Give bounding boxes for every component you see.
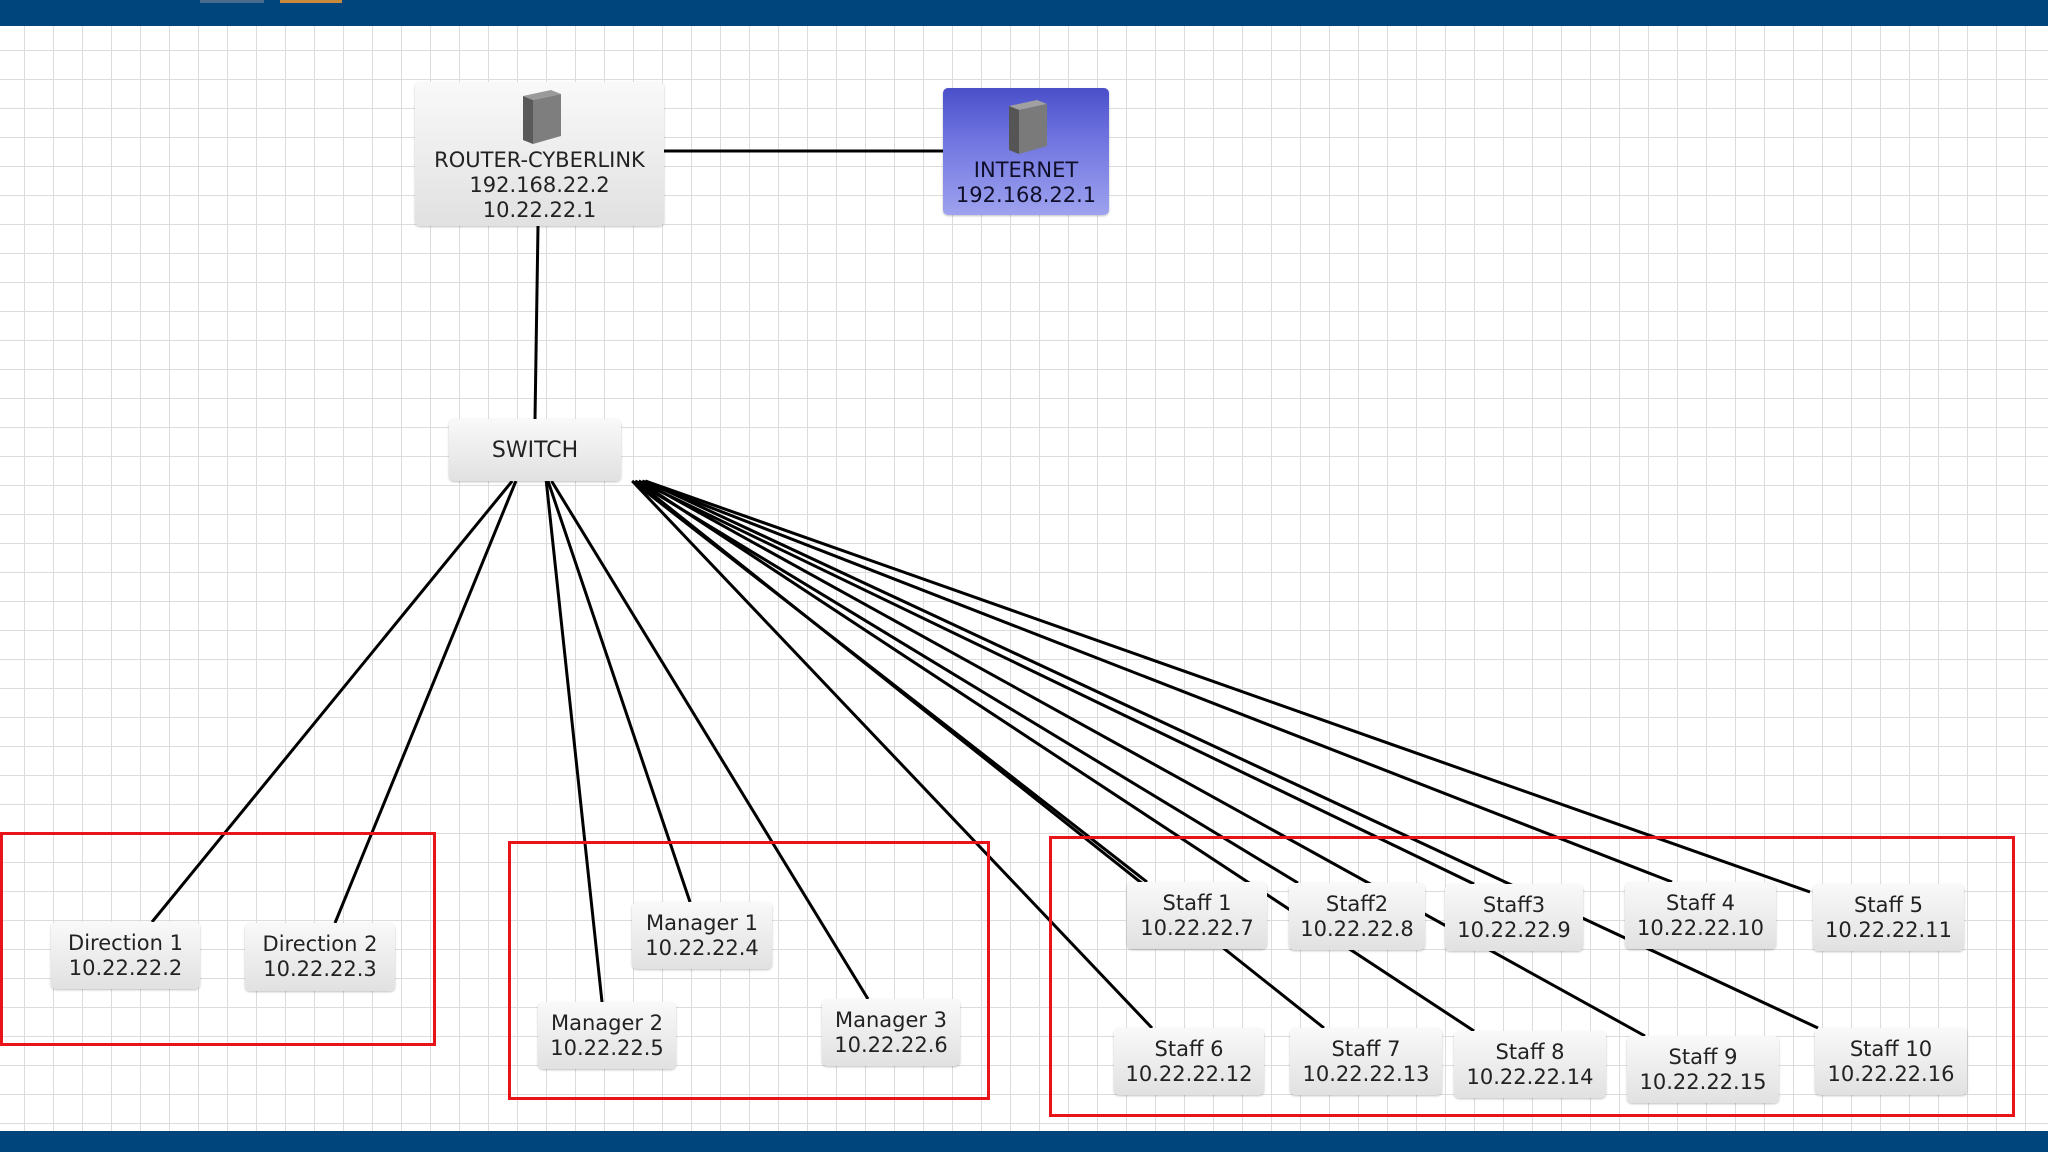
staff-2-node[interactable]: Staff2 10.22.22.8 — [1289, 883, 1425, 950]
node-ip: 10.22.22.15 — [1639, 1069, 1767, 1094]
node-name: Manager 1 — [645, 910, 759, 935]
node-ip: 10.22.22.2 — [68, 955, 183, 980]
staff-7-node[interactable]: Staff 7 10.22.22.13 — [1290, 1028, 1442, 1095]
node-ip: 10.22.22.3 — [263, 957, 377, 981]
staff-1-node[interactable]: Staff 1 10.22.22.7 — [1127, 882, 1267, 949]
staff-5-node[interactable]: Staff 5 10.22.22.11 — [1813, 884, 1964, 951]
node-name: Staff3 — [1482, 892, 1546, 917]
staff-8-node[interactable]: Staff 8 10.22.22.14 — [1454, 1031, 1606, 1098]
router-cyberlink-node[interactable]: ROUTER-CYBERLINK 192.168.22.2 10.22.22.1 — [415, 82, 664, 226]
router-ip-lan: 10.22.22.1 — [482, 197, 597, 222]
node-ip: 10.22.22.14 — [1466, 1064, 1594, 1089]
staff-10-node[interactable]: Staff 10 10.22.22.16 — [1815, 1028, 1967, 1095]
internet-device-icon — [1009, 99, 1047, 154]
switch-node[interactable]: SWITCH — [449, 419, 621, 481]
node-name: Direction 2 — [262, 932, 378, 956]
router-device-icon — [522, 89, 561, 144]
node-ip: 10.22.22.8 — [1300, 916, 1414, 941]
node-name: Manager 3 — [834, 1007, 948, 1032]
node-name: Staff 10 — [1849, 1036, 1933, 1061]
internet-name: INTERNET — [973, 157, 1079, 182]
manager-3-node[interactable]: Manager 3 10.22.22.6 — [822, 999, 960, 1066]
node-name: Staff 9 — [1668, 1044, 1738, 1069]
staff-9-node[interactable]: Staff 9 10.22.22.15 — [1627, 1036, 1779, 1103]
node-name: Manager 2 — [550, 1010, 664, 1035]
link-router-switch — [533, 225, 540, 420]
staff-4-node[interactable]: Staff 4 10.22.22.10 — [1625, 882, 1776, 949]
node-ip: 10.22.22.6 — [834, 1032, 948, 1057]
switch-name: SWITCH — [491, 437, 579, 463]
node-ip: 10.22.22.16 — [1827, 1061, 1955, 1086]
bottom-status-bar — [0, 1131, 2048, 1152]
staff-3-node[interactable]: Staff3 10.22.22.9 — [1445, 884, 1583, 951]
node-ip: 10.22.22.13 — [1302, 1061, 1430, 1086]
node-ip: 10.22.22.5 — [550, 1035, 664, 1060]
node-name: Staff 7 — [1331, 1036, 1401, 1061]
staff-6-node[interactable]: Staff 6 10.22.22.12 — [1114, 1028, 1264, 1095]
node-ip: 10.22.22.10 — [1637, 915, 1764, 940]
node-name: Direction 1 — [68, 930, 183, 955]
router-name: ROUTER-CYBERLINK — [434, 147, 645, 172]
internet-node[interactable]: INTERNET 192.168.22.1 — [943, 88, 1109, 215]
node-ip: 10.22.22.7 — [1140, 915, 1254, 940]
manager-1-node[interactable]: Manager 1 10.22.22.4 — [632, 902, 772, 969]
node-ip: 10.22.22.12 — [1125, 1061, 1253, 1086]
router-ip-wan: 192.168.22.2 — [469, 172, 610, 197]
link-switch-staff3 — [638, 479, 1475, 886]
node-name: Staff 5 — [1854, 892, 1923, 917]
node-ip: 10.22.22.9 — [1457, 917, 1571, 942]
node-name: Staff 4 — [1666, 890, 1735, 915]
node-name: Staff 8 — [1495, 1039, 1565, 1064]
manager-2-node[interactable]: Manager 2 10.22.22.5 — [538, 1002, 676, 1069]
node-ip: 10.22.22.4 — [645, 935, 759, 960]
node-name: Staff 6 — [1154, 1036, 1224, 1061]
node-name: Staff 1 — [1162, 890, 1232, 915]
node-ip: 10.22.22.11 — [1825, 917, 1952, 942]
node-name: Staff2 — [1325, 891, 1389, 916]
direction-1-node[interactable]: Direction 1 10.22.22.2 — [51, 922, 200, 989]
internet-ip: 192.168.22.1 — [955, 182, 1097, 207]
direction-2-node[interactable]: Direction 2 10.22.22.3 — [245, 923, 395, 991]
link-switch-staff5 — [644, 479, 1811, 894]
link-switch-staff2 — [634, 479, 1299, 885]
